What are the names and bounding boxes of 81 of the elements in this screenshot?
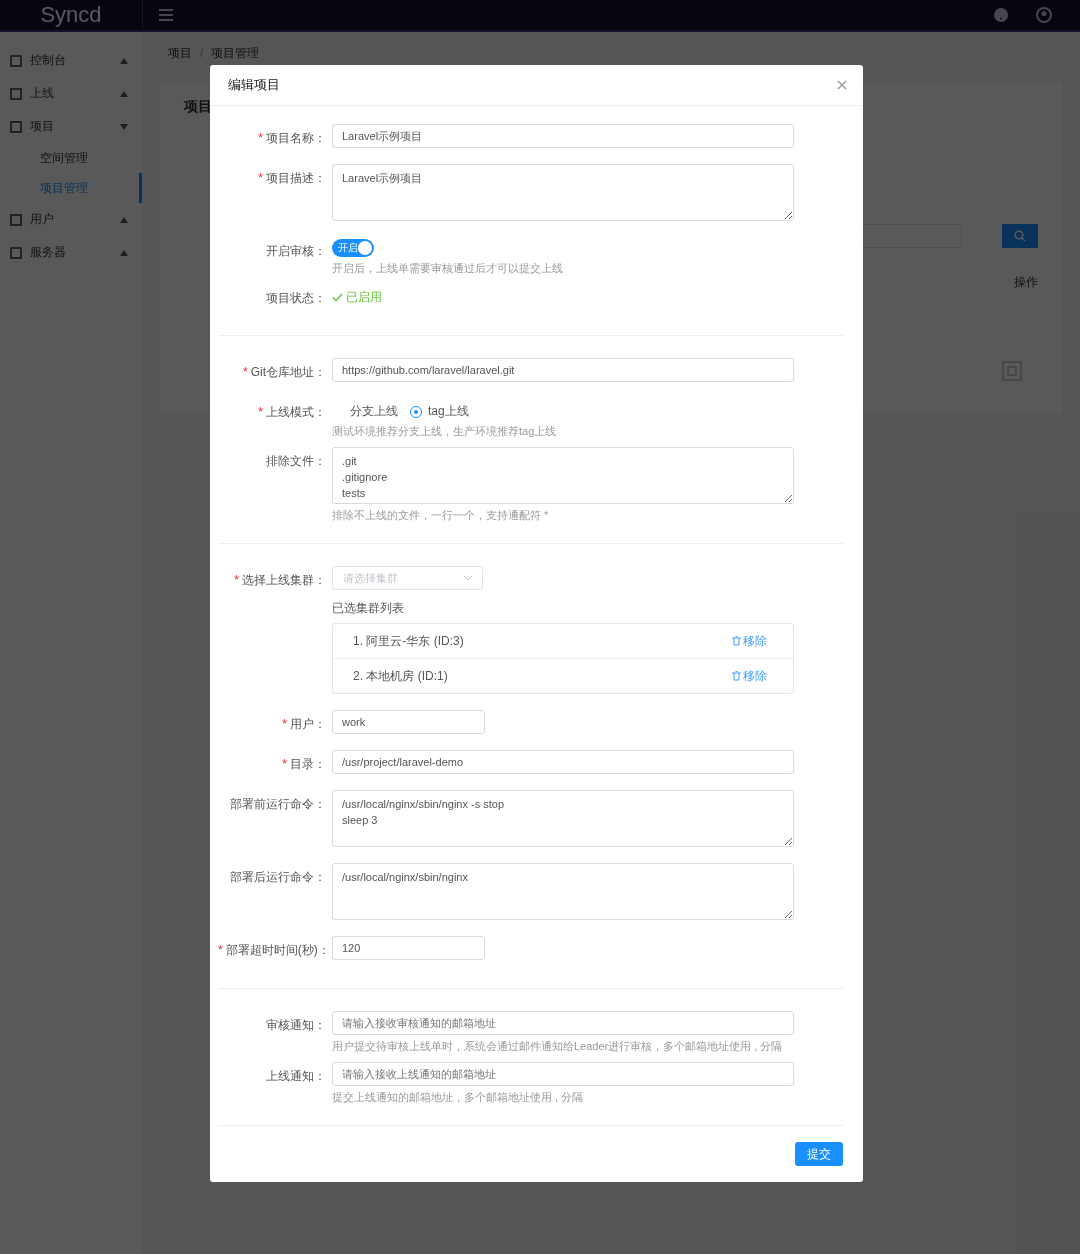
close-icon[interactable] [837,80,847,90]
required-mark: * [282,717,287,731]
delete-icon [732,671,741,681]
caret-icon [120,90,128,97]
submit-button[interactable]: 提交 [795,1142,843,1166]
caret-icon [464,575,472,581]
menu-item-icon [10,213,22,226]
sidebar-subitem[interactable]: 项目管理 [0,173,142,203]
required-mark: * [218,943,223,957]
cluster-name: 1. 阿里云-华东 (ID:3) [353,632,464,650]
required-mark: * [258,131,263,145]
square-icon[interactable] [1002,361,1022,381]
field-label: 审核通知： [266,1018,326,1032]
field-label: 上线模式： [266,405,326,419]
sidebar-item[interactable]: 服务器 [0,236,142,269]
radio-option[interactable]: tag上线 [410,403,469,420]
menu-item-icon [10,87,22,100]
text-area[interactable]: .git .gitignore tests [332,447,794,504]
field-label: 项目名称： [266,131,326,145]
remove-link[interactable]: 移除 [732,632,767,650]
text-area[interactable]: /usr/local/nginx/sbin/nginx -s stop sleep 3 [332,790,794,847]
field-label: 部署前运行命令： [230,797,326,811]
caret-icon [120,249,128,256]
required-mark: * [258,171,263,185]
delete-icon [732,636,741,646]
dialog-title: 编辑项目 [228,76,280,94]
breadcrumb-separator: / [200,46,204,60]
app-logo: Syncd [40,2,102,28]
text-area[interactable]: /usr/local/nginx/sbin/nginx [332,863,794,920]
text-field[interactable]: 120 [332,936,485,960]
required-mark: * [258,405,263,419]
field-label: 部署后运行命令： [230,870,326,884]
required-mark: * [234,573,239,587]
menu-item-icon [10,246,22,259]
text-area[interactable]: Laravel示例项目 [332,164,794,221]
text-field[interactable]: Laravel示例项目 [332,124,794,148]
status-text: 已启用 [346,289,382,306]
breadcrumb-link[interactable]: 项目管理 [211,44,260,62]
field-label: 排除文件： [266,454,326,468]
caret-icon [120,57,128,64]
sidebar-item[interactable]: 用户 [0,203,142,236]
help-text: 提交上线通知的邮箱地址，多个邮箱地址使用 , 分隔 [332,1090,585,1105]
field-label: Git仓库地址： [250,365,326,379]
caret-icon [120,123,128,130]
help-text: 排除不上线的文件，一行一个，支持通配符 * [332,508,550,523]
field-label: 项目状态： [266,291,326,305]
field-label: 项目描述： [266,171,326,185]
cluster-name: 2. 本地机房 (ID:1) [353,667,448,685]
text-field[interactable]: 请输入接收上线通知的邮箱地址 [332,1062,794,1086]
radio-option[interactable]: 分支上线 [332,403,398,420]
remove-link[interactable]: 移除 [732,667,767,685]
menu-item-icon [10,54,22,67]
check-icon [332,293,343,302]
text-field[interactable]: /usr/project/laravel-demo [332,750,794,774]
field-label: 上线通知： [266,1069,326,1083]
required-mark: * [243,365,248,379]
menu-icon[interactable] [159,9,173,21]
field-label: 目录： [290,757,326,771]
text-field[interactable]: 请输入接收审核通知的邮箱地址 [332,1011,794,1035]
field-label: 选择上线集群： [242,573,326,587]
caret-icon [120,216,128,223]
text-field[interactable]: work [332,710,485,734]
help-text: 测试环境推荐分支上线，生产环境推荐tag上线 [332,424,558,439]
field-label: 部署超时时间(秒)： [225,943,330,957]
sidebar-item[interactable]: 项目 [0,110,142,143]
search-button[interactable] [1002,224,1038,248]
sidebar-subitem[interactable]: 空间管理 [0,143,142,173]
field-label: 开启审核： [266,244,326,258]
breadcrumb-link[interactable]: 项目 [168,44,192,62]
column-header: 操作 [1014,274,1038,291]
field-label: 用户： [290,717,326,731]
search-icon [1014,230,1026,242]
toggle-switch[interactable]: 开启 [332,239,374,257]
required-mark: * [282,757,287,771]
help-text: 用户提交待审核上线单时，系统会通过邮件通知给Leader进行审核，多个邮箱地址使用 , 分隔 [332,1039,784,1054]
text-field[interactable]: https://github.com/laravel/laravel.git [332,358,794,382]
page-title: 项目 [184,98,213,116]
menu-item-icon [10,120,22,133]
help-text: 开启后，上线单需要审核通过后才可以提交上线 [332,261,564,276]
sidebar-item[interactable]: 控制台 [0,44,142,77]
list-title: 已选集群列表 [332,600,405,617]
